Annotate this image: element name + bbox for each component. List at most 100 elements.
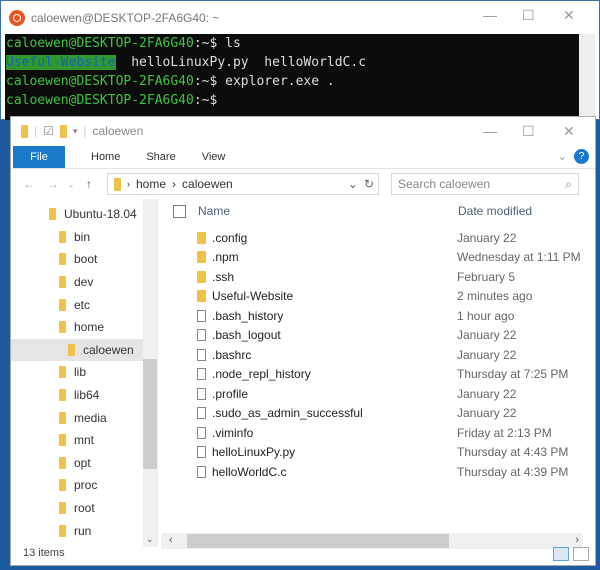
file-row[interactable]: .sudo_as_admin_successful January 22 [161, 404, 595, 424]
file-icon [197, 368, 206, 381]
column-date-modified[interactable]: Date modified [458, 204, 532, 218]
breadcrumb-caloewen[interactable]: caloewen [182, 177, 233, 191]
file-name: .viminfo [212, 425, 254, 440]
nav-label: Ubuntu-18.04 [64, 207, 137, 222]
file-row[interactable]: Useful-Website 2 minutes ago [161, 287, 595, 307]
nav-item-selected[interactable]: caloewen [11, 338, 157, 362]
scroll-thumb[interactable] [187, 534, 449, 548]
file-date: Thursday at 7:25 PM [457, 367, 569, 382]
chevron-icon: › [172, 177, 177, 191]
file-row[interactable]: .npm Wednesday at 1:11 PM [161, 248, 595, 268]
nav-item[interactable]: root [11, 497, 157, 520]
prompt: caloewen@DESKTOP-2FA6G40 [6, 93, 194, 108]
file-date: January 22 [457, 406, 517, 421]
search-placeholder: Search caloewen [398, 177, 491, 191]
file-row[interactable]: .bash_logout January 22 [161, 326, 595, 346]
folder-icon [59, 276, 66, 289]
terminal-title: caloewen@DESKTOP-2FA6G40: ~ [31, 10, 220, 25]
nav-item[interactable]: home [11, 316, 157, 339]
nav-item[interactable]: lib64 [11, 384, 157, 407]
file-name: Useful-Website [212, 289, 294, 304]
select-all-checkbox[interactable] [173, 204, 186, 218]
file-name: helloLinuxPy.py [212, 445, 296, 460]
forward-button[interactable]: → [41, 177, 65, 191]
column-headers: Name Date modified [161, 199, 595, 223]
file-row[interactable]: .config January 22 [161, 228, 595, 248]
nav-item[interactable]: mnt [11, 429, 157, 452]
nav-item[interactable]: bin [11, 226, 157, 249]
properties-icon[interactable]: ☑ [43, 124, 54, 138]
column-name[interactable]: Name [198, 204, 458, 218]
expand-ribbon-icon[interactable]: ⌄ [558, 150, 567, 163]
chevron-icon: › [127, 179, 130, 189]
quick-access-dropdown-icon[interactable]: ▾ [73, 126, 78, 137]
nav-item[interactable]: proc [11, 474, 157, 497]
nav-label: home [74, 320, 105, 335]
tab-file[interactable]: File [13, 145, 65, 168]
folder-icon [59, 389, 66, 402]
refresh-icon[interactable]: ↻ [364, 177, 374, 191]
file-row[interactable]: .viminfo Friday at 2:13 PM [161, 423, 595, 443]
close-button[interactable]: ✕ [563, 123, 575, 140]
nav-label: dev [74, 275, 94, 290]
nav-item[interactable]: Ubuntu-18.04 [11, 203, 157, 226]
prompt-path: :~$ [193, 74, 218, 89]
file-date: Thursday at 4:43 PM [457, 445, 569, 460]
up-button[interactable]: ↑ [77, 177, 101, 191]
horizontal-scrollbar[interactable]: ‹ › [161, 533, 583, 549]
nav-item[interactable]: media [11, 406, 157, 429]
nav-item[interactable]: boot [11, 248, 157, 271]
nav-label: lib64 [74, 388, 100, 403]
folder-icon [59, 434, 66, 447]
maximize-button[interactable]: ☐ [522, 7, 535, 24]
close-button[interactable]: ✕ [563, 7, 575, 24]
details-view-button[interactable] [553, 547, 569, 561]
file-row[interactable]: .profile January 22 [161, 384, 595, 404]
search-input[interactable]: Search caloewen ⌕ [391, 173, 579, 195]
file-icon [197, 407, 206, 420]
file-icon [197, 446, 206, 459]
address-dropdown-icon[interactable]: ⌄ [348, 177, 358, 191]
file-row[interactable]: .bash_history 1 hour ago [161, 306, 595, 326]
file-icon [197, 465, 206, 478]
large-icons-view-button[interactable] [573, 547, 589, 561]
folder-icon [49, 208, 56, 221]
nav-item[interactable]: run [11, 519, 157, 542]
new-folder-icon[interactable] [59, 124, 67, 138]
tab-home[interactable]: Home [91, 151, 120, 163]
file-row[interactable]: .ssh February 5 [161, 267, 595, 287]
file-date: Friday at 2:13 PM [457, 425, 552, 440]
dir-entry: Useful-Website [6, 55, 116, 70]
file-name: .config [212, 230, 248, 245]
nav-item[interactable]: etc [11, 293, 157, 316]
file-row[interactable]: helloLinuxPy.py Thursday at 4:43 PM [161, 443, 595, 463]
folder-icon [59, 456, 66, 469]
nav-scrollbar[interactable]: ⌄ [143, 199, 157, 547]
help-icon[interactable]: ? [574, 149, 589, 164]
file-row[interactable]: .node_repl_history Thursday at 7:25 PM [161, 365, 595, 385]
nav-item[interactable]: dev [11, 271, 157, 294]
nav-item[interactable]: lib [11, 361, 157, 384]
folder-icon [197, 251, 206, 264]
file-icon [197, 329, 206, 342]
minimize-button[interactable]: — [483, 123, 497, 139]
scroll-thumb[interactable] [143, 359, 157, 469]
terminal-output[interactable]: caloewen@DESKTOP-2FA6G40:~$ ls Useful-Web… [5, 34, 579, 120]
file-name: helloWorldC.c [212, 464, 287, 479]
nav-item[interactable]: opt [11, 452, 157, 475]
breadcrumb-home[interactable]: home [136, 177, 166, 191]
ls-output: helloLinuxPy.py helloWorldC.c [115, 55, 367, 70]
terminal-window[interactable]: caloewen@DESKTOP-2FA6G40: ~ — ☐ ✕ caloew… [0, 0, 600, 120]
terminal-scrollbar[interactable] [579, 34, 595, 120]
explorer-window[interactable]: | ☑ ▾ | caloewen — ☐ ✕ File Home Share V… [10, 116, 596, 566]
recent-dropdown[interactable]: ⌄ [65, 180, 77, 189]
file-row[interactable]: helloWorldC.c Thursday at 4:39 PM [161, 462, 595, 482]
tab-view[interactable]: View [202, 151, 226, 163]
tab-share[interactable]: Share [146, 151, 175, 163]
file-date: January 22 [457, 347, 517, 362]
back-button[interactable]: ← [17, 177, 41, 191]
maximize-button[interactable]: ☐ [522, 123, 535, 140]
address-bar[interactable]: › home › caloewen ⌄ ↻ [107, 173, 379, 195]
minimize-button[interactable]: — [483, 7, 497, 23]
file-row[interactable]: .bashrc January 22 [161, 345, 595, 365]
